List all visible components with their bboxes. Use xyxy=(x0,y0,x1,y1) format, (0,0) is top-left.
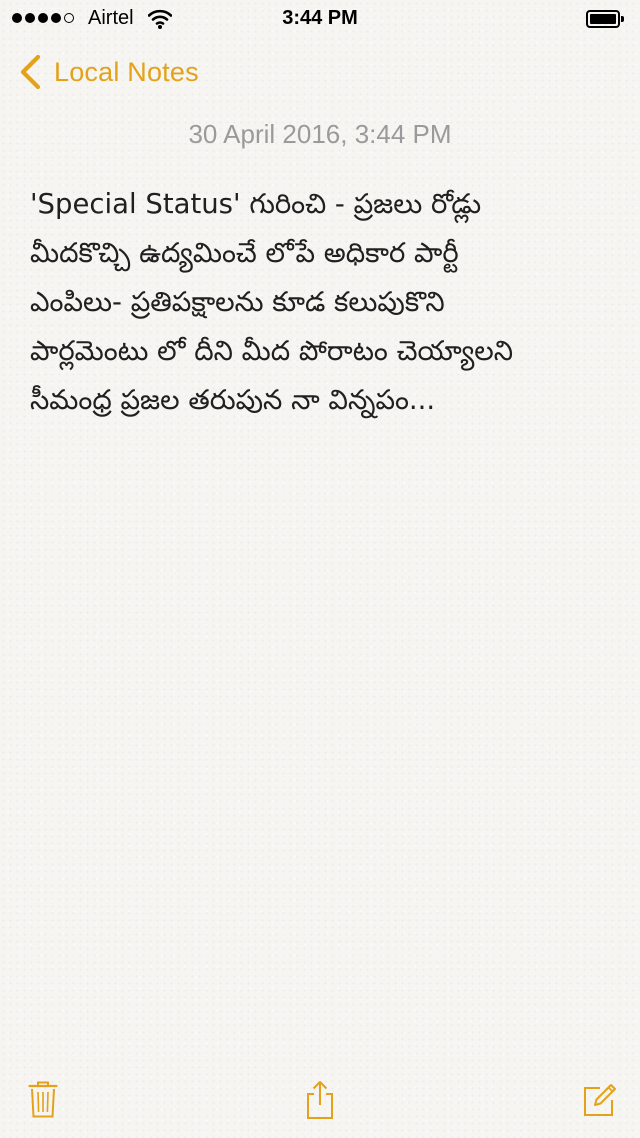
trash-icon xyxy=(28,1081,58,1118)
note-line: ఎంపిలు- ప్రతిపక్షాలను కూడ కలుపుకొని xyxy=(30,286,445,318)
share-button[interactable] xyxy=(298,1078,342,1122)
note-line: సీమంధ్ర ప్రజల తరుపున నా విన్నపం... xyxy=(30,384,436,416)
status-bar: Airtel 3:44 PM xyxy=(0,0,640,40)
note-line: మీదకొచ్చి ఉద్యమించే లోపే అధికార పార్టీ xyxy=(30,237,459,269)
note-line: 'Special Status' గురించి - ప్రజలు రోడ్లు xyxy=(30,188,482,220)
share-icon xyxy=(307,1081,333,1119)
note-date: 30 April 2016, 3:44 PM xyxy=(188,119,452,149)
chevron-left-icon xyxy=(20,54,41,90)
note-line: పార్లమెంటు లో దీని మీద పోరాటం చెయ్యాలని xyxy=(30,335,514,367)
status-time: 3:44 PM xyxy=(282,7,358,29)
compose-icon xyxy=(584,1084,616,1116)
compose-button[interactable] xyxy=(578,1078,622,1122)
back-button-label: Local Notes xyxy=(54,56,199,87)
note-body[interactable]: 'Special Status' గురించి - ప్రజలు రోడ్లు… xyxy=(30,180,618,425)
battery-icon xyxy=(586,10,626,28)
back-button[interactable]: Local Notes xyxy=(16,52,199,92)
delete-button[interactable] xyxy=(21,1078,65,1122)
